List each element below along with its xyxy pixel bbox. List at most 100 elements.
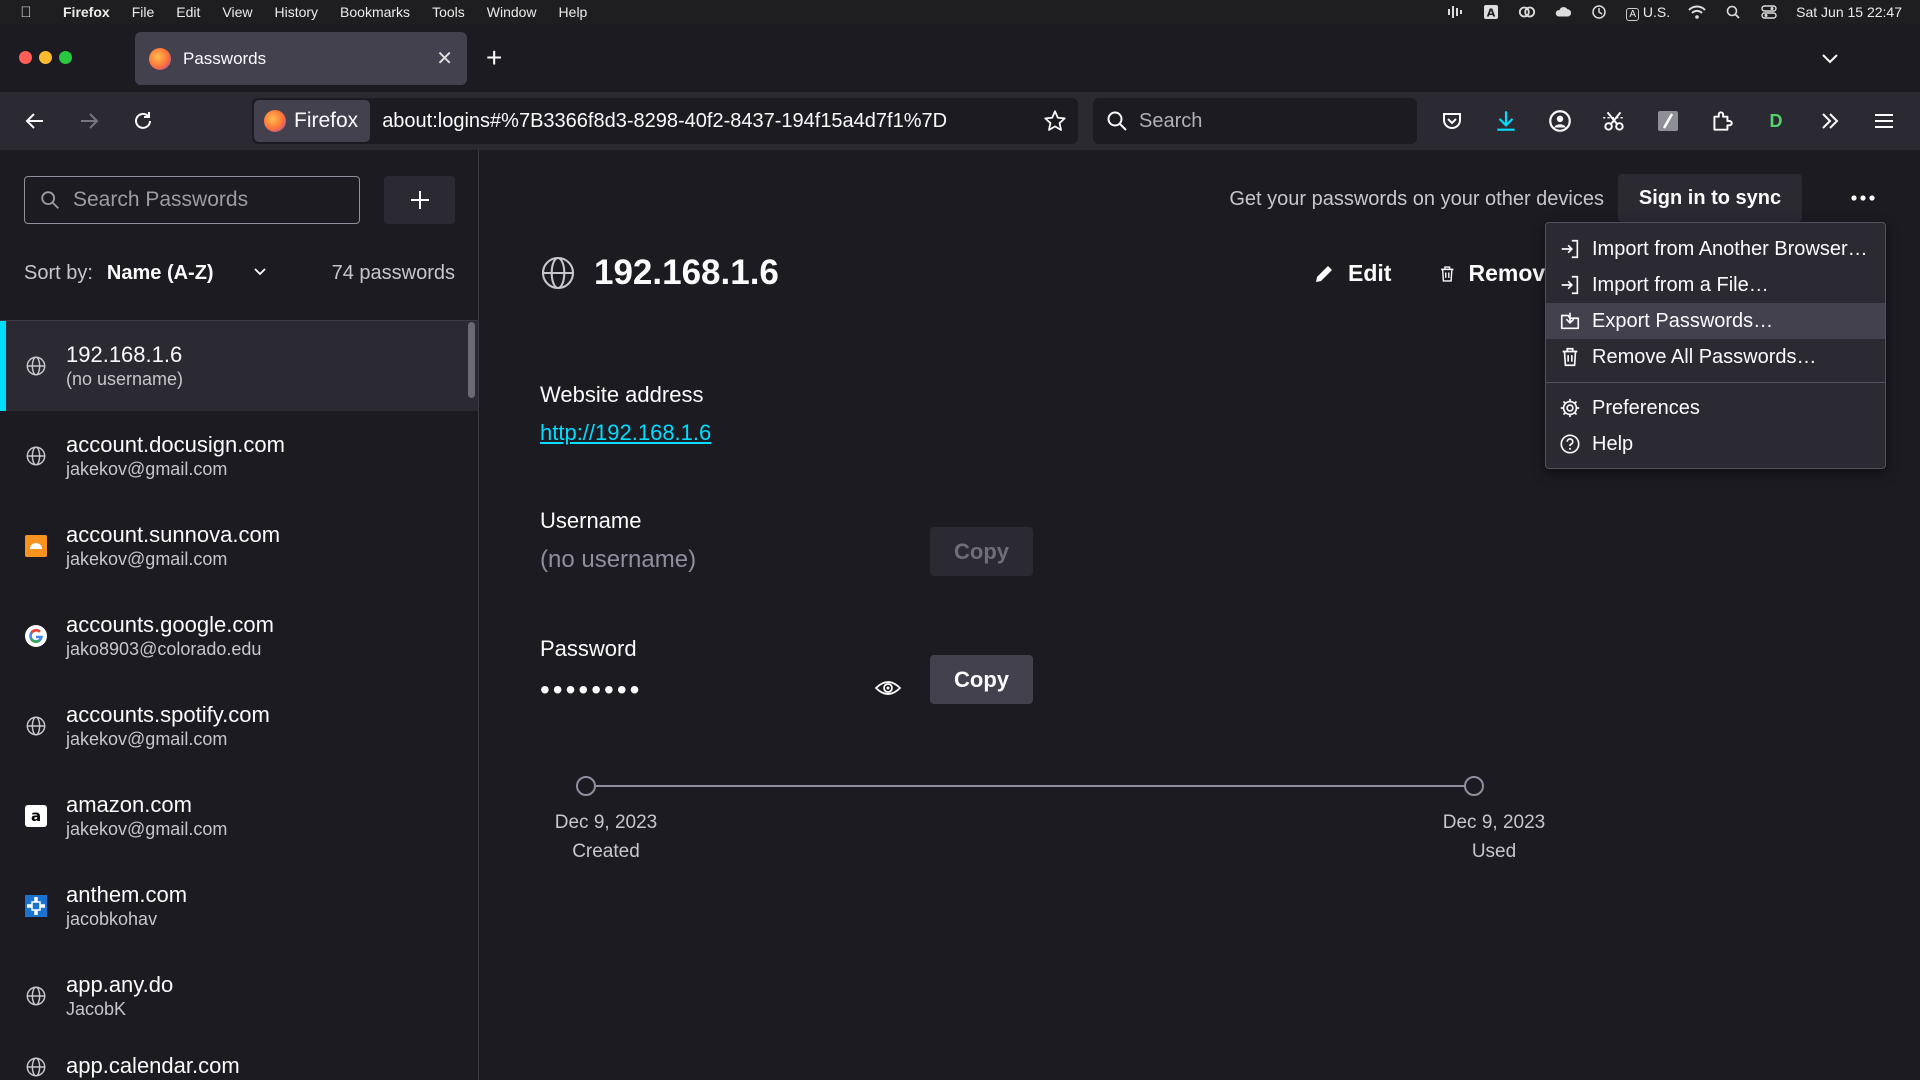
login-title: app.calendar.com xyxy=(66,1053,240,1078)
trash-icon xyxy=(1558,345,1582,369)
sort-select[interactable]: Name (A-Z) xyxy=(107,262,214,285)
hamburger-menu-icon[interactable] xyxy=(1868,105,1900,137)
more-options-menu: Import from Another Browser… Import from… xyxy=(1545,222,1886,469)
login-list-item[interactable]: anthem.com jacobkohav xyxy=(0,861,478,951)
login-list-item[interactable]: app.any.do JacobK xyxy=(0,951,478,1041)
sign-in-to-sync-button[interactable]: Sign in to sync xyxy=(1618,174,1802,222)
window-close-button[interactable] xyxy=(19,51,32,64)
firefox-logo-icon xyxy=(264,110,286,132)
copy-username-button[interactable]: Copy xyxy=(930,527,1033,576)
wifi-icon[interactable] xyxy=(1688,5,1706,19)
identity-label: Firefox xyxy=(294,109,359,132)
copy-password-button[interactable]: Copy xyxy=(930,655,1033,704)
menu-import-from-browser[interactable]: Import from Another Browser… xyxy=(1546,231,1885,267)
navigation-toolbar: Firefox about:logins#%7B3366f8d3-8298-40… xyxy=(0,92,1920,150)
menu-import-from-file[interactable]: Import from a File… xyxy=(1546,267,1885,303)
login-list-item[interactable]: account.sunnova.com jakekov@gmail.com xyxy=(0,501,478,591)
globe-icon xyxy=(541,256,575,290)
login-title: accounts.google.com xyxy=(66,612,274,637)
menu-item-label: Import from a File… xyxy=(1592,273,1769,296)
font-a-icon[interactable]: A xyxy=(1482,5,1500,20)
remove-button[interactable]: Remove xyxy=(1438,260,1558,287)
menu-window[interactable]: Window xyxy=(476,4,548,20)
creative-cloud-icon[interactable] xyxy=(1518,5,1536,19)
login-list-item[interactable]: a amazon.com jakekov@gmail.com xyxy=(0,771,478,861)
login-title: account.sunnova.com xyxy=(66,522,281,547)
menu-view[interactable]: View xyxy=(211,4,263,20)
login-list-item[interactable]: account.docusign.com jakekov@gmail.com xyxy=(0,411,478,501)
account-icon[interactable] xyxy=(1544,105,1576,137)
reveal-password-eye-icon[interactable] xyxy=(874,678,902,703)
bookmark-star-icon[interactable] xyxy=(1042,108,1068,139)
reload-button[interactable] xyxy=(126,104,160,138)
downloads-icon[interactable] xyxy=(1490,105,1522,137)
import-icon xyxy=(1558,273,1582,297)
extension-notes-icon[interactable] xyxy=(1652,105,1684,137)
url-bar[interactable]: Firefox about:logins#%7B3366f8d3-8298-40… xyxy=(252,98,1078,144)
menu-tools[interactable]: Tools xyxy=(421,4,476,20)
time-machine-icon[interactable] xyxy=(1590,5,1608,19)
login-list-item[interactable]: 192.168.1.6 (no username) xyxy=(0,321,478,411)
menu-separator xyxy=(1546,382,1885,383)
svg-text:A: A xyxy=(1487,7,1496,20)
menu-edit[interactable]: Edit xyxy=(165,4,211,20)
audio-bars-icon[interactable] xyxy=(1446,5,1464,19)
menu-bar-clock[interactable]: Sat Jun 15 22:47 xyxy=(1796,4,1902,20)
menu-help[interactable]: Help xyxy=(548,4,599,20)
url-text[interactable]: about:logins#%7B3366f8d3-8298-40f2-8437-… xyxy=(382,110,947,133)
sort-label: Sort by: xyxy=(24,262,93,284)
website-address-link[interactable]: http://192.168.1.6 xyxy=(540,420,711,446)
spotlight-search-icon[interactable] xyxy=(1724,5,1742,19)
login-list-item[interactable]: accounts.google.com jako8903@colorado.ed… xyxy=(0,591,478,681)
cloud-icon[interactable] xyxy=(1554,5,1572,19)
login-title: anthem.com xyxy=(66,882,188,907)
password-value: •••••••• xyxy=(540,674,643,705)
username-label: Username xyxy=(540,508,642,533)
input-source[interactable]: A U.S. xyxy=(1626,4,1670,21)
login-list-item[interactable]: app.calendar.com xyxy=(0,1041,478,1080)
back-arrow-icon xyxy=(25,113,43,129)
login-username: jakekov@gmail.com xyxy=(66,729,228,749)
menu-history[interactable]: History xyxy=(263,4,329,20)
menu-file[interactable]: File xyxy=(121,4,166,20)
input-source-label: U.S. xyxy=(1642,3,1671,20)
login-username: jako8903@colorado.edu xyxy=(66,639,262,659)
back-button[interactable] xyxy=(18,104,52,138)
list-all-tabs-chevron-icon[interactable] xyxy=(1818,46,1842,70)
search-icon xyxy=(1107,111,1127,131)
menu-remove-all-passwords[interactable]: Remove All Passwords… xyxy=(1546,339,1885,375)
forward-button[interactable] xyxy=(72,104,106,138)
tab-close-icon[interactable]: ✕ xyxy=(436,46,453,71)
create-login-button[interactable] xyxy=(384,176,455,224)
new-tab-button[interactable]: + xyxy=(486,44,502,72)
chevron-down-icon[interactable] xyxy=(252,262,268,285)
amazon-favicon-icon: a xyxy=(24,804,48,828)
tab-passwords[interactable]: Passwords ✕ xyxy=(135,32,467,85)
control-center-icon[interactable] xyxy=(1760,5,1778,19)
password-label: Password xyxy=(540,636,637,661)
overflow-chevrons-icon[interactable] xyxy=(1814,105,1846,137)
login-list-item[interactable]: accounts.spotify.com jakekov@gmail.com xyxy=(0,681,478,771)
profile-d-icon[interactable]: D xyxy=(1760,105,1792,137)
screenshot-icon[interactable] xyxy=(1598,105,1630,137)
apple-logo-icon[interactable]:  xyxy=(0,4,52,21)
identity-box[interactable]: Firefox xyxy=(254,100,371,142)
more-options-icon[interactable] xyxy=(1842,174,1884,222)
window-minimize-button[interactable] xyxy=(39,51,52,64)
extensions-puzzle-icon[interactable] xyxy=(1706,105,1738,137)
login-username: jakekov@gmail.com xyxy=(66,549,228,569)
edit-button[interactable]: Edit xyxy=(1312,260,1391,287)
menu-app-firefox[interactable]: Firefox xyxy=(52,4,121,20)
menu-help[interactable]: Help xyxy=(1546,426,1885,462)
pocket-icon[interactable] xyxy=(1436,105,1468,137)
menu-preferences[interactable]: Preferences xyxy=(1546,390,1885,426)
window-zoom-button[interactable] xyxy=(59,51,72,64)
menu-export-passwords[interactable]: Export Passwords… xyxy=(1546,303,1885,339)
login-title: account.docusign.com xyxy=(66,432,285,457)
search-bar[interactable]: Search xyxy=(1093,98,1417,144)
search-passwords-input[interactable]: Search Passwords xyxy=(24,176,360,224)
menu-bookmarks[interactable]: Bookmarks xyxy=(329,4,421,20)
menu-item-label: Help xyxy=(1592,432,1634,455)
sidebar-scrollbar-thumb[interactable] xyxy=(468,322,475,398)
login-title: app.any.do xyxy=(66,972,174,997)
